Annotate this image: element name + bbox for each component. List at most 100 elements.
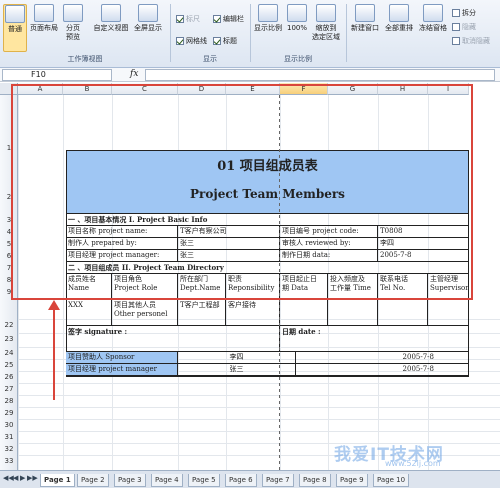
row-header[interactable]: 9 <box>0 288 18 296</box>
row-header[interactable]: 5 <box>0 240 18 248</box>
table-header-cell[interactable]: 投入频度及 工作量 Time <box>328 274 378 300</box>
sheet-tab[interactable]: Page 6 <box>225 474 257 487</box>
row-header[interactable]: 4 <box>0 228 18 236</box>
gridlines-checkbox[interactable]: 网格线 <box>176 36 207 46</box>
table-header-cell[interactable]: 职责 Reponsibility <box>226 274 280 300</box>
column-header-c[interactable]: C <box>112 83 178 95</box>
arrange-all-button[interactable]: 全部重排 <box>382 4 416 33</box>
column-header-d[interactable]: D <box>178 83 226 95</box>
zoom-button[interactable]: 显示比例 <box>253 4 283 33</box>
headings-checkbox[interactable]: 标题 <box>213 36 237 46</box>
full-screen-button[interactable]: 全屏显示 <box>131 4 165 33</box>
sheet-tab[interactable]: Page 8 <box>299 474 331 487</box>
name-box[interactable]: F10 <box>2 69 112 81</box>
row-header[interactable]: 32 <box>0 445 18 453</box>
cell-member-time[interactable] <box>328 300 378 326</box>
row-header[interactable]: 27 <box>0 385 18 393</box>
table-header-cell[interactable]: 项目角色 Project Role <box>112 274 178 300</box>
table-header-cell[interactable]: 项目起止日 期 Data <box>280 274 328 300</box>
sheet-tab[interactable]: Page 5 <box>188 474 220 487</box>
column-header-a[interactable]: A <box>18 83 63 95</box>
cell-member-dept[interactable]: T客户工程部 <box>178 300 226 326</box>
cell-signature-label[interactable]: 签字 signature : <box>66 326 280 352</box>
cell-prepared-value[interactable]: 张三 <box>178 238 280 250</box>
cell-project-code-value[interactable]: T0808 <box>378 226 469 238</box>
row-header[interactable]: 22 <box>0 321 18 329</box>
cell-pm-label[interactable]: 项目经理 project manager: <box>66 250 178 262</box>
ruler-checkbox[interactable]: 标尺 <box>176 14 200 24</box>
normal-view-button[interactable]: 普通 <box>3 4 27 52</box>
cell-project-code-label[interactable]: 项目编号 project code: <box>280 226 378 238</box>
unhide-button[interactable]: 取消隐藏 <box>452 36 490 46</box>
cell-member-role[interactable]: 项目其他人员 Other personel <box>112 300 178 326</box>
new-window-button[interactable]: 新建窗口 <box>348 4 382 33</box>
cell-manager-label[interactable]: 项目经理 project manager <box>66 364 178 376</box>
row-header[interactable]: 31 <box>0 433 18 441</box>
table-header-cell[interactable]: 主管经理 Supervisor <box>428 274 469 300</box>
row-header[interactable]: 29 <box>0 409 18 417</box>
cell-manager-date[interactable]: 2005-7-8 <box>296 364 469 376</box>
row-header[interactable]: 7 <box>0 264 18 272</box>
cell-member-resp[interactable]: 客户接待 <box>226 300 280 326</box>
cell-date-label[interactable]: 制作日期 data: <box>280 250 378 262</box>
cell-sponsor-date[interactable]: 2005-7-8 <box>296 352 469 364</box>
cell-member-tel[interactable] <box>378 300 428 326</box>
table-header-cell[interactable]: 联系电话 Tel No. <box>378 274 428 300</box>
column-header-e[interactable]: E <box>226 83 280 95</box>
freeze-panes-button[interactable]: 冻结窗格 <box>416 4 450 33</box>
zoom-100-button[interactable]: 100% <box>285 4 309 33</box>
select-all-corner[interactable] <box>0 83 18 95</box>
section-basic-info[interactable]: 一 、项目基本情况 I. Project Basic Info <box>66 214 469 226</box>
page-break-preview-button[interactable]: 分页 预览 <box>61 4 85 42</box>
cell-sponsor-label[interactable]: 项目赞助人 Sponsor <box>66 352 178 364</box>
row-header[interactable]: 6 <box>0 252 18 260</box>
cell-date-value[interactable]: 2005-7-8 <box>378 250 469 262</box>
column-header-g[interactable]: G <box>328 83 378 95</box>
column-header-h[interactable]: H <box>378 83 428 95</box>
column-header-b[interactable]: B <box>63 83 112 95</box>
page-layout-button[interactable]: 页面布局 <box>29 4 59 33</box>
sheet-tab[interactable]: Page 2 <box>77 474 109 487</box>
row-header[interactable]: 33 <box>0 457 18 465</box>
function-icon[interactable]: fx <box>130 69 138 79</box>
custom-views-button[interactable]: 自定义视图 <box>91 4 131 33</box>
sheet-tab[interactable]: Page 1 <box>40 474 75 487</box>
last-sheet-icon[interactable]: ▶▶ <box>27 474 38 482</box>
formula-input[interactable] <box>145 69 495 81</box>
cell-pm-value[interactable]: 张三 <box>178 250 280 262</box>
row-header[interactable]: 28 <box>0 397 18 405</box>
row-header[interactable]: 1 <box>0 144 18 152</box>
row-header[interactable]: 26 <box>0 373 18 381</box>
cell-member-supervisor[interactable] <box>428 300 469 326</box>
cell-member-name[interactable]: XXX <box>66 300 112 326</box>
cell-reviewed-label[interactable]: 审核人 reviewed by: <box>280 238 378 250</box>
row-header[interactable]: 3 <box>0 216 18 224</box>
cell-project-name-value[interactable]: T客户有察公司 <box>178 226 280 238</box>
split-button[interactable]: 拆分 <box>452 8 476 18</box>
table-header-cell[interactable]: 成员姓名 Name <box>66 274 112 300</box>
row-header[interactable]: 23 <box>0 335 18 343</box>
cell-prepared-label[interactable]: 制作人 prepared by: <box>66 238 178 250</box>
hide-button[interactable]: 隐藏 <box>452 22 476 32</box>
sheet-tab[interactable]: Page 10 <box>373 474 410 487</box>
section-team-directory[interactable]: 二 、项目组成员 II. Project Team Directory <box>66 262 469 274</box>
sheet-tab[interactable]: Page 4 <box>151 474 183 487</box>
column-header-i[interactable]: I <box>428 83 469 95</box>
next-sheet-icon[interactable]: ▶ <box>20 474 25 482</box>
sheet-tab[interactable]: Page 3 <box>114 474 146 487</box>
sheet-tab[interactable]: Page 9 <box>336 474 368 487</box>
cell-reviewed-value[interactable]: 李四 <box>378 238 469 250</box>
row-header[interactable]: 30 <box>0 421 18 429</box>
formula-bar-checkbox[interactable]: 编辑栏 <box>213 14 244 24</box>
table-header-cell[interactable]: 所在部门 Dept.Name <box>178 274 226 300</box>
prev-sheet-icon[interactable]: ◀ <box>13 474 18 482</box>
row-header[interactable]: 24 <box>0 349 18 357</box>
cell-member-period[interactable] <box>280 300 328 326</box>
cell-sig-date-label[interactable]: 日期 date : <box>280 326 469 352</box>
cell-project-name-label[interactable]: 项目名称 project name: <box>66 226 178 238</box>
row-header[interactable]: 2 <box>0 193 18 201</box>
sheet-tab[interactable]: Page 7 <box>262 474 294 487</box>
column-header-f[interactable]: F <box>280 83 328 95</box>
row-header[interactable]: 8 <box>0 276 18 284</box>
zoom-to-selection-button[interactable]: 缩放到 选定区域 <box>309 4 343 42</box>
